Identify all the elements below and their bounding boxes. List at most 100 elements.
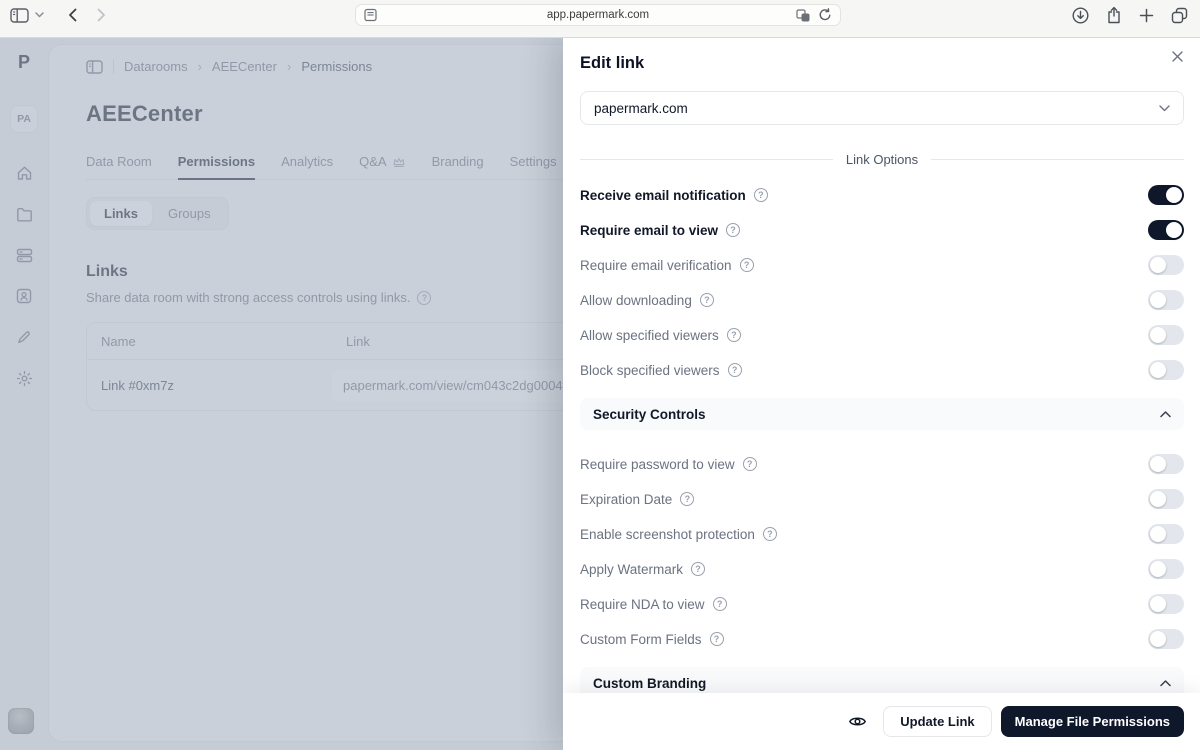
toggle-knob [1150,561,1166,577]
preview-link-button[interactable] [848,714,867,729]
toggle-switch[interactable] [1148,489,1184,509]
back-icon [68,8,77,22]
browser-chrome: app.papermark.com [0,0,1200,38]
browser-sidebar-menu-button[interactable] [35,12,44,18]
drawer-title: Edit link [580,54,1184,73]
tab-overview-button[interactable] [1171,7,1188,24]
help-icon[interactable] [740,258,754,272]
downloads-button[interactable] [1072,7,1089,24]
toggle-label: Custom Form Fields [580,632,702,647]
toggle-switch[interactable] [1148,220,1184,240]
help-icon[interactable] [713,597,727,611]
toggle-row: Apply Watermark [580,559,1184,579]
toggle-row: Require password to view [580,454,1184,474]
chevron-down-icon [35,12,44,18]
toggle-switch[interactable] [1148,629,1184,649]
help-icon[interactable] [754,188,768,202]
manage-file-permissions-button[interactable]: Manage File Permissions [1001,706,1184,737]
security-toggles: Require password to view Expiration Date… [580,454,1184,649]
section-label: Custom Branding [593,676,706,691]
help-icon[interactable] [691,562,705,576]
address-bar[interactable]: app.papermark.com [355,4,841,26]
toggle-row: Require email verification [580,255,1184,275]
toggle-row: Allow downloading [580,290,1184,310]
toggle-label: Require password to view [580,457,735,472]
edit-link-drawer: Edit link papermark.com Link Options Rec… [563,38,1200,750]
forward-icon [97,8,106,22]
share-button[interactable] [1106,6,1122,24]
security-controls-section[interactable]: Security Controls [580,398,1184,430]
toggle-knob [1150,257,1166,273]
toggle-knob [1150,362,1166,378]
toggle-row: Enable screenshot protection [580,524,1184,544]
app-viewport: P PA [0,38,1200,750]
drawer-footer: Update Link Manage File Permissions [563,693,1200,750]
plus-icon [1139,8,1154,23]
toggle-switch[interactable] [1148,360,1184,380]
chevron-down-icon [1159,105,1170,112]
sidebar-toggle-icon [10,8,29,23]
toggle-switch[interactable] [1148,524,1184,544]
close-icon [1172,51,1183,62]
domain-select[interactable]: papermark.com [580,91,1184,125]
toggle-knob [1150,292,1166,308]
help-icon[interactable] [727,328,741,342]
eye-icon [848,714,867,729]
link-options-divider: Link Options [580,152,1184,167]
link-options-label: Link Options [846,152,918,167]
toggle-switch[interactable] [1148,290,1184,310]
toggle-row: Expiration Date [580,489,1184,509]
toggle-switch[interactable] [1148,185,1184,205]
reload-icon[interactable] [818,8,832,22]
toggle-label: Require email to view [580,223,718,238]
toggle-switch[interactable] [1148,325,1184,345]
chevron-up-icon [1160,411,1171,418]
toggle-knob [1150,526,1166,542]
help-icon[interactable] [728,363,742,377]
new-tab-button[interactable] [1139,8,1154,23]
toggle-switch[interactable] [1148,594,1184,614]
chevron-up-icon [1160,680,1171,687]
toggle-knob [1150,631,1166,647]
close-button[interactable] [1172,51,1183,62]
section-label: Security Controls [593,407,706,422]
toggle-row: Allow specified viewers [580,325,1184,345]
help-icon[interactable] [680,492,694,506]
toggle-label: Block specified viewers [580,363,720,378]
toggle-row: Require NDA to view [580,594,1184,614]
toggle-switch[interactable] [1148,454,1184,474]
toggle-label: Receive email notification [580,188,746,203]
help-icon[interactable] [743,457,757,471]
domain-value: papermark.com [594,101,688,116]
link-option-toggles: Receive email notification Require email… [580,185,1184,380]
downloads-icon [1072,7,1089,24]
toggle-label: Allow downloading [580,293,692,308]
toggle-label: Enable screenshot protection [580,527,755,542]
toggle-row: Custom Form Fields [580,629,1184,649]
toggle-row: Block specified viewers [580,360,1184,380]
help-icon[interactable] [710,632,724,646]
toggle-switch[interactable] [1148,559,1184,579]
help-icon[interactable] [726,223,740,237]
toggle-label: Allow specified viewers [580,328,719,343]
toggle-knob [1166,187,1182,203]
translate-icon[interactable] [796,9,810,22]
browser-sidebar-toggle-button[interactable] [10,8,29,23]
toggle-knob [1166,222,1182,238]
toggle-row: Receive email notification [580,185,1184,205]
toggle-label: Apply Watermark [580,562,683,577]
toggle-label: Require email verification [580,258,732,273]
update-link-button[interactable]: Update Link [883,706,991,737]
browser-forward-button[interactable] [97,8,106,22]
tab-overview-icon [1171,7,1188,24]
help-icon[interactable] [763,527,777,541]
toggle-label: Require NDA to view [580,597,705,612]
help-icon[interactable] [700,293,714,307]
url-text: app.papermark.com [356,9,840,21]
toggle-label: Expiration Date [580,492,672,507]
toggle-switch[interactable] [1148,255,1184,275]
browser-back-button[interactable] [68,8,77,22]
share-icon [1106,6,1122,24]
toggle-row: Require email to view [580,220,1184,240]
toggle-knob [1150,456,1166,472]
